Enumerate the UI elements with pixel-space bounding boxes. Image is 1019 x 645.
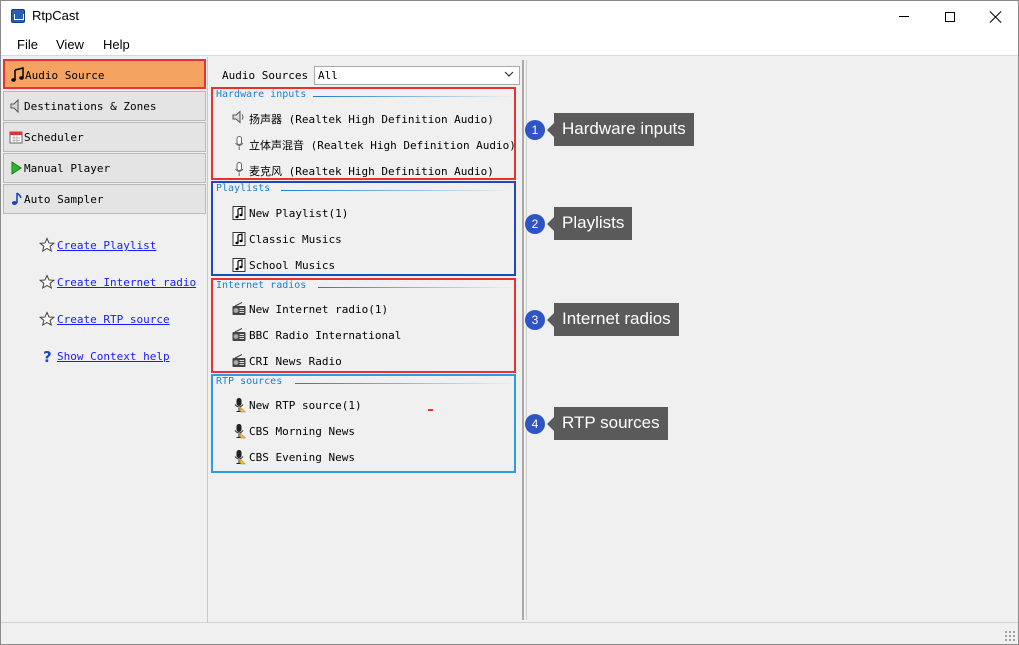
item-label: 麦克风 (Realtek High Definition Audio) <box>249 165 494 178</box>
menu-help[interactable]: Help <box>103 37 130 52</box>
rtp-mic-icon <box>234 450 247 465</box>
callout-number-4: 4 <box>525 414 545 434</box>
speaker-icon <box>10 98 19 114</box>
callout-number-1: 1 <box>525 120 545 140</box>
chevron-down-icon <box>504 71 514 77</box>
play-icon <box>11 161 22 175</box>
nav-label: Scheduler <box>24 131 84 144</box>
audio-sources-label: Audio Sources <box>222 69 309 82</box>
close-button[interactable] <box>973 1 1019 32</box>
nav-label: Destinations & Zones <box>24 100 157 113</box>
task-label[interactable]: Create RTP source <box>57 313 170 326</box>
audio-sources-select[interactable]: All <box>314 66 520 85</box>
nav-audio-source[interactable]: Audio Source <box>3 59 206 89</box>
callout-rtp-sources: RTP sources <box>547 407 668 440</box>
item-label: 立体声混音 (Realtek High Definition Audio) <box>249 139 516 152</box>
group-title: RTP sources <box>216 376 283 387</box>
group-playlists: Playlists New Playlist(1) Classic Musics… <box>211 181 516 276</box>
nav-scheduler[interactable]: Scheduler <box>3 122 206 152</box>
group-title: Hardware inputs <box>216 89 307 100</box>
playlist-icon <box>232 258 246 272</box>
group-hardware-inputs: Hardware inputs 扬声器 (Realtek High Defini… <box>211 87 516 180</box>
radio-icon <box>232 328 246 341</box>
minimize-icon <box>899 16 909 17</box>
star-icon <box>39 237 55 253</box>
group-rtp-sources: RTP sources New RTP source(1) CBS Mornin… <box>211 374 516 473</box>
star-icon <box>39 274 55 290</box>
help-icon: ? <box>43 348 52 364</box>
window-title: RtpCast <box>32 8 79 23</box>
music-note-icon <box>11 192 22 205</box>
rtp-mic-icon <box>234 398 247 413</box>
microphone-icon <box>235 162 244 176</box>
radio-icon <box>232 354 246 367</box>
item-label: CBS Evening News <box>249 451 355 464</box>
nav-label: Audio Source <box>25 69 105 82</box>
menu-bar: File View Help <box>1 32 1018 56</box>
resize-grip-icon[interactable] <box>1004 630 1016 642</box>
item-label: CBS Morning News <box>249 425 355 438</box>
red-marker <box>428 409 433 411</box>
group-divider <box>318 287 513 288</box>
group-divider <box>313 96 513 97</box>
item-label: 扬声器 (Realtek High Definition Audio) <box>249 113 494 126</box>
item-label: CRI News Radio <box>249 355 342 368</box>
calendar-icon <box>9 131 23 144</box>
group-divider <box>281 190 513 191</box>
microphone-icon <box>235 136 244 150</box>
nav-auto-sampler[interactable]: Auto Sampler <box>3 184 206 214</box>
audio-sources-value: All <box>318 69 338 82</box>
callout-playlists: Playlists <box>546 207 633 240</box>
task-label[interactable]: Create Playlist <box>57 239 156 252</box>
group-divider <box>295 383 513 384</box>
nav-destinations-zones[interactable]: Destinations & Zones <box>3 91 206 121</box>
music-note-icon <box>11 67 24 82</box>
task-label[interactable]: Show Context help <box>57 350 170 363</box>
menu-file[interactable]: File <box>17 37 38 52</box>
star-icon <box>39 311 55 327</box>
item-label: New RTP source(1) <box>249 399 362 412</box>
status-bar <box>1 622 1018 644</box>
source-list-pane: Audio Sources All Hardware inputs 扬声器 (R… <box>210 60 524 620</box>
svg-text:?: ? <box>43 348 52 364</box>
left-nav-pane: Audio Source Destinations & Zones Schedu… <box>1 57 208 622</box>
nav-manual-player[interactable]: Manual Player <box>3 153 206 183</box>
group-title: Playlists <box>216 183 271 194</box>
close-icon <box>990 11 1002 23</box>
callout-number-2: 2 <box>525 214 545 234</box>
item-label: BBC Radio International <box>249 329 402 342</box>
title-bar: RtpCast <box>1 1 1018 32</box>
callout-number-3: 3 <box>525 310 545 330</box>
app-window: RtpCast File View Help Audio Source Dest… <box>0 0 1019 645</box>
nav-label: Manual Player <box>24 162 111 175</box>
maximize-button[interactable] <box>927 1 973 32</box>
playlist-icon <box>232 206 246 220</box>
maximize-icon <box>945 11 955 22</box>
callout-internet-radios: Internet radios <box>547 303 679 336</box>
item-label: Classic Musics <box>249 233 342 246</box>
group-title: Internet radios <box>216 280 307 291</box>
group-internet-radios: Internet radios New Internet radio(1) BB… <box>211 278 516 373</box>
task-label[interactable]: Create Internet radio <box>57 276 196 289</box>
radio-icon <box>232 302 246 315</box>
rtp-mic-icon <box>234 424 247 439</box>
minimize-button[interactable] <box>881 1 927 32</box>
item-label: New Playlist(1) <box>249 207 349 220</box>
item-label: School Musics <box>249 259 336 272</box>
callout-hardware-inputs: Hardware inputs <box>547 113 694 146</box>
nav-label: Auto Sampler <box>24 193 104 206</box>
speaker-icon <box>232 110 244 124</box>
menu-view[interactable]: View <box>56 37 84 52</box>
item-label: New Internet radio(1) <box>249 303 389 316</box>
app-logo-icon <box>11 9 25 23</box>
playlist-icon <box>232 232 246 246</box>
